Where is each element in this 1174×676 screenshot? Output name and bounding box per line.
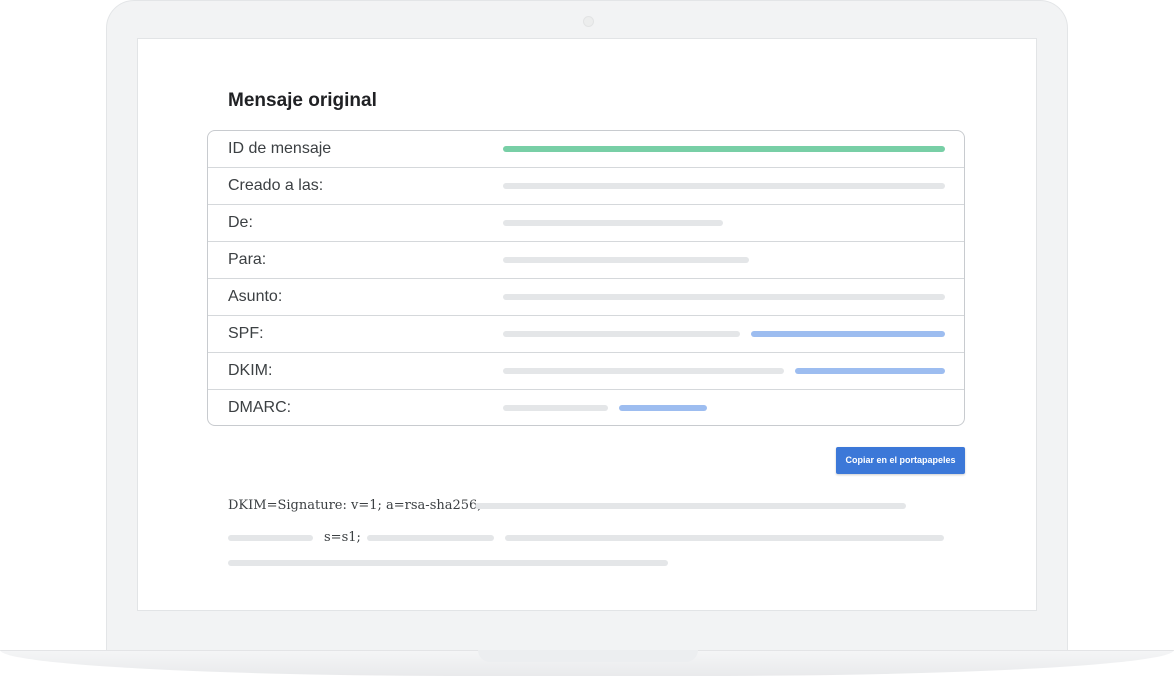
row-label: Creado a las: [228, 177, 324, 194]
value-placeholder [503, 257, 749, 263]
raw-placeholder [367, 535, 494, 541]
copy-to-clipboard-button[interactable]: Copiar en el portapapeles [836, 447, 965, 474]
row-label: Asunto: [228, 288, 283, 305]
raw-header-line-1: DKIM=Signature: v=1; a=rsa-sha256; [228, 498, 482, 513]
row-label: DKIM: [228, 362, 273, 379]
row-label: SPF: [228, 325, 264, 342]
row-from: De: [208, 205, 964, 242]
camera-icon [583, 16, 594, 27]
page-title: Mensaje original [228, 90, 377, 111]
row-subject: Asunto: [208, 279, 964, 316]
laptop-notch [478, 650, 698, 662]
message-details-card: ID de mensaje Creado a las: De: Para: As… [207, 130, 965, 426]
row-dkim: DKIM: [208, 353, 964, 390]
row-created-at: Creado a las: [208, 168, 964, 205]
raw-placeholder [228, 560, 668, 566]
value-placeholder [503, 220, 723, 226]
value-placeholder [503, 368, 784, 374]
status-placeholder [751, 331, 945, 337]
value-placeholder [503, 294, 945, 300]
raw-placeholder [505, 535, 944, 541]
row-label: Para: [228, 251, 267, 268]
raw-placeholder [475, 503, 906, 509]
raw-header-line-2: s=s1; [324, 530, 361, 545]
value-placeholder [503, 146, 945, 152]
raw-placeholder [228, 535, 313, 541]
row-to: Para: [208, 242, 964, 279]
value-placeholder [503, 405, 608, 411]
row-label: ID de mensaje [228, 140, 332, 157]
row-spf: SPF: [208, 316, 964, 353]
row-dmarc: DMARC: [208, 390, 964, 425]
row-label: De: [228, 214, 253, 231]
status-placeholder [619, 405, 707, 411]
row-message-id: ID de mensaje [208, 131, 964, 168]
status-placeholder [795, 368, 945, 374]
value-placeholder [503, 183, 945, 189]
row-label: DMARC: [228, 399, 292, 416]
value-placeholder [503, 331, 740, 337]
